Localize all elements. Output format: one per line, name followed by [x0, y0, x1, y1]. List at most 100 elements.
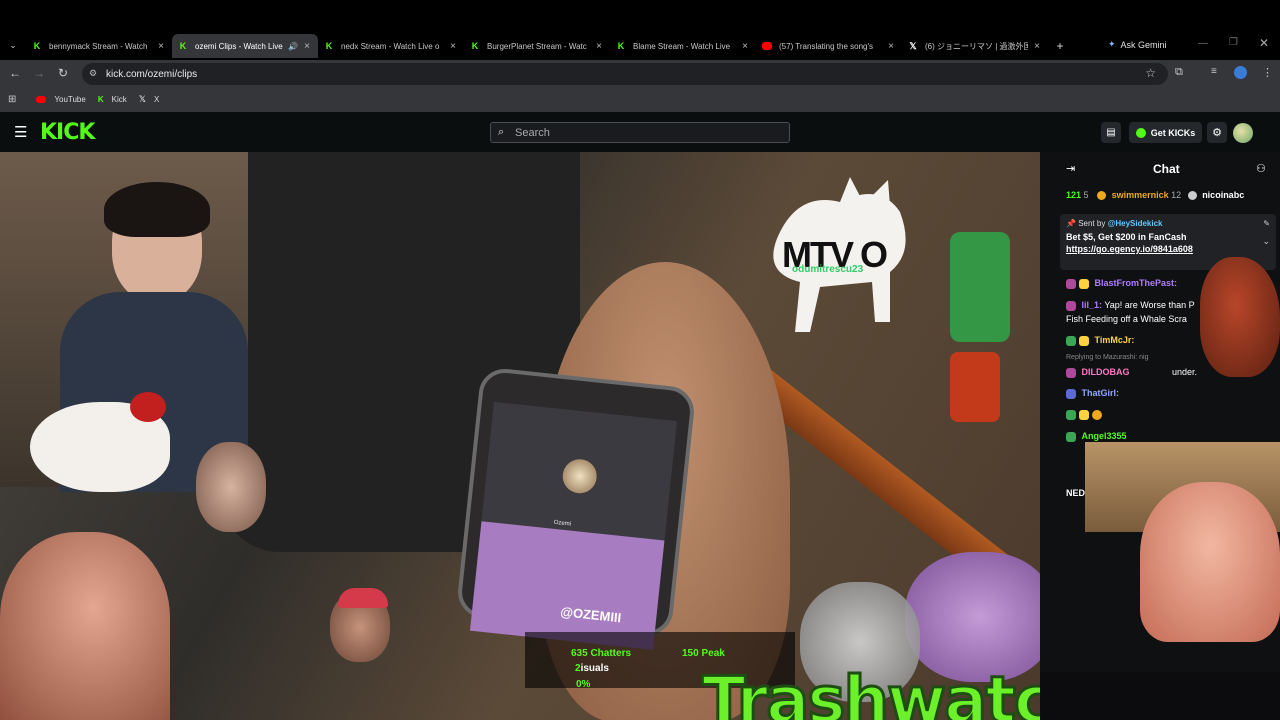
gold-badge-icon — [1097, 191, 1107, 201]
media-controls-icon[interactable]: ≡ — [1211, 66, 1217, 77]
bookmark-youtube[interactable]: YouTube — [36, 94, 86, 104]
tab-bennymack[interactable]: K bennymack Stream - Watch × — [26, 34, 172, 58]
tab-youtube-translating[interactable]: (57) Translating the song's × — [756, 34, 902, 58]
plus-icon: + — [1056, 39, 1064, 53]
visuals-text: isuals — [580, 663, 609, 674]
audio-playing-icon[interactable]: 🔊 — [288, 42, 298, 51]
tab-x-johnny[interactable]: 𝕏 (6) ジョニーリマソ | 過激外国人 × — [902, 34, 1048, 58]
search-icon: ⌕ — [498, 126, 505, 138]
tab-close-icon[interactable]: × — [886, 41, 896, 52]
streamer-hair — [104, 182, 210, 237]
bookmark-kick[interactable]: K Kick — [98, 95, 127, 104]
forward-arrow-icon[interactable]: → — [27, 66, 51, 80]
percent-value: 0% — [576, 679, 591, 690]
minimize-button[interactable]: — — [1198, 38, 1208, 49]
kick-favicon-icon: K — [179, 41, 187, 51]
sub-badge-icon — [1066, 278, 1076, 289]
kick-logo[interactable]: KICK — [40, 120, 95, 145]
chat-username[interactable]: TimMcJr: — [1095, 335, 1135, 345]
bookmark-label: X — [154, 94, 160, 104]
coin-badge-icon — [1092, 409, 1102, 420]
extensions-icon[interactable]: ⧉ — [1175, 66, 1183, 79]
tab-close-icon[interactable]: × — [740, 41, 750, 52]
chat-username[interactable]: NED — [1066, 488, 1085, 498]
kick-favicon-icon: K — [33, 41, 41, 51]
chat-emote-row — [1066, 409, 1105, 420]
chat-message: TimMcJr: — [1066, 335, 1134, 346]
video-player[interactable]: @OZEMIII Ozemi MTV O odumitrescu23 635 C… — [0, 152, 1040, 720]
tab-search-button[interactable]: ⌄ — [6, 40, 20, 52]
back-arrow-icon[interactable]: ← — [3, 66, 27, 80]
restore-button[interactable]: ❐ — [1229, 37, 1238, 48]
sent-by-label: Sent by — [1078, 219, 1106, 228]
ask-gemini-button[interactable]: ✦ Ask Gemini — [1108, 39, 1167, 50]
chat-leaderboard: 121 5 swimmernick 12 nicoinabc — [1066, 190, 1244, 201]
hamburger-menu-icon[interactable]: ☰ — [14, 123, 27, 141]
rooster-comb — [130, 392, 166, 422]
tab-title: nedx Stream - Watch Live o — [341, 41, 440, 51]
sub-badge-icon — [1066, 335, 1076, 346]
chat-text: under. — [1172, 367, 1198, 377]
unpin-icon[interactable]: ✎ — [1263, 219, 1270, 228]
pin-icon: 📌 — [1066, 219, 1079, 228]
tab-close-icon[interactable]: × — [594, 41, 604, 52]
ask-gemini-label: Ask Gemini — [1120, 39, 1167, 50]
leaderboard-small: 5 — [1083, 190, 1089, 200]
bookmark-star-icon[interactable]: ☆ — [1145, 66, 1156, 80]
chat-message: lil_1: Yap! are Worse than P — [1066, 300, 1195, 311]
collapse-chat-icon[interactable]: ⇥ — [1066, 162, 1075, 175]
apps-grid-icon[interactable]: ⊞ — [8, 94, 16, 105]
reload-icon[interactable]: ↻ — [51, 66, 75, 80]
tab-ozemi-clips[interactable]: K ozemi Clips - Watch Live 🔊 × — [172, 34, 318, 58]
tab-burgerplanet[interactable]: K BurgerPlanet Stream - Watc × — [464, 34, 610, 58]
chat-message: Angel3355 — [1066, 431, 1127, 442]
get-kicks-button[interactable]: Get KICKs — [1129, 122, 1202, 143]
window-close-button[interactable]: ✕ — [1259, 36, 1269, 50]
settings-gear-icon[interactable]: ⚙ — [1207, 122, 1227, 143]
gift-badge-icon — [1079, 278, 1089, 289]
kick-favicon-icon: K — [617, 41, 625, 51]
green-bottle — [950, 232, 1010, 342]
chat-message: ThatGirl: — [1066, 388, 1119, 399]
chat-username[interactable]: DILDOBAG — [1082, 367, 1130, 377]
visuals-label: 2isuals — [575, 663, 609, 674]
chrome-menu-icon[interactable]: ⋮ — [1262, 66, 1273, 79]
pinned-header: 📌 Sent by @HeySidekick — [1066, 219, 1270, 228]
tab-nedx[interactable]: K nedx Stream - Watch Live o × — [318, 34, 464, 58]
rooster-overlay — [1200, 257, 1280, 377]
address-bar[interactable]: ⚙ kick.com/ozemi/clips ☆ — [82, 63, 1168, 85]
profile-avatar[interactable] — [1234, 66, 1247, 79]
gemini-sparkle-icon: ✦ — [1108, 39, 1116, 49]
tab-close-icon[interactable]: × — [448, 41, 458, 52]
tab-close-icon[interactable]: × — [1032, 41, 1042, 52]
site-info-icon[interactable]: ⚙ — [89, 68, 97, 79]
chat-username[interactable]: Angel3355 — [1082, 431, 1127, 441]
tab-close-icon[interactable]: × — [156, 41, 166, 52]
chat-title: Chat — [1153, 162, 1180, 176]
red-cap — [338, 588, 388, 608]
tab-title: BurgerPlanet Stream - Watc — [487, 41, 587, 51]
purple-trash-bag — [905, 552, 1040, 682]
chat-username[interactable]: BlastFromThePast: — [1095, 278, 1178, 288]
youtube-favicon-icon — [762, 41, 772, 51]
bookmark-label: YouTube — [54, 94, 86, 104]
chat-username[interactable]: lil_1: — [1082, 300, 1103, 310]
peak-count: 150 Peak — [682, 648, 725, 659]
watermark-handle: odumitrescu23 — [792, 264, 864, 275]
x-favicon-icon: 𝕏 — [138, 93, 146, 104]
chevron-down-icon[interactable]: ⌄ — [1262, 236, 1270, 247]
tab-blame[interactable]: K Blame Stream - Watch Live × — [610, 34, 756, 58]
bookmark-x[interactable]: 𝕏 X — [139, 94, 160, 105]
tab-close-icon[interactable]: × — [302, 41, 312, 52]
chat-users-icon[interactable]: ⚇ — [1256, 162, 1266, 175]
search-input[interactable]: ⌕ Search — [490, 122, 790, 143]
user-avatar[interactable] — [1233, 123, 1253, 143]
new-tab-button[interactable]: + — [1048, 34, 1072, 58]
leaderboard-user1[interactable]: swimmernick — [1112, 190, 1169, 200]
layout-toggle-icon[interactable]: ▤ — [1101, 122, 1121, 143]
chat-username[interactable]: ThatGirl: — [1082, 388, 1120, 398]
sponsor-name[interactable]: @HeySidekick — [1108, 219, 1163, 228]
tab-title: Blame Stream - Watch Live — [633, 41, 731, 51]
leaderboard-user2[interactable]: nicoinabc — [1202, 190, 1244, 200]
pinned-link[interactable]: https://go.egency.io/9841a608 — [1066, 244, 1270, 254]
